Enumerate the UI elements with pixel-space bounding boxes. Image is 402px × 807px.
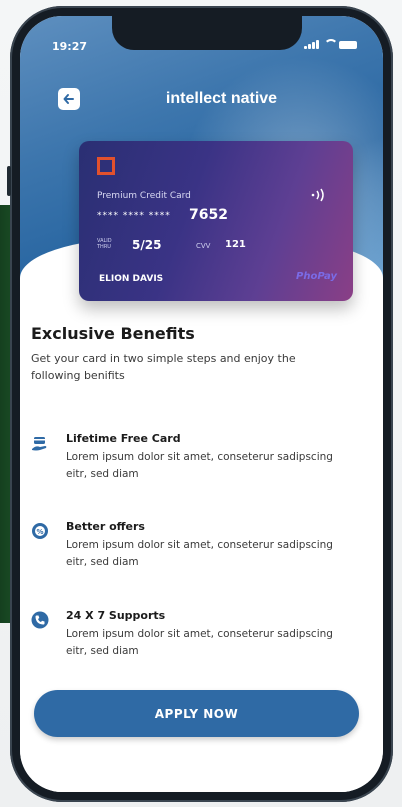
card-holder-name: ELION DAVIS (99, 274, 164, 284)
contactless-icon (311, 188, 324, 202)
phone-frame: 19:27 intellect native Premium Credit Ca… (7, 6, 393, 802)
benefit-title: Better offers (66, 520, 145, 533)
card-hand-icon (32, 437, 47, 451)
apply-now-button[interactable]: APPLY NOW (34, 690, 359, 737)
benefit-description: Lorem ipsum dolor sit amet, conseterur s… (66, 451, 333, 480)
wifi-icon (323, 39, 338, 49)
svg-text:%: % (36, 528, 43, 536)
offer-badge-icon: % (32, 523, 48, 539)
status-time: 19:27 (52, 40, 88, 53)
card-number-masked: **** **** **** (97, 211, 171, 221)
card-brand-logo: PhoPay (296, 271, 337, 282)
section-description: Get your card in two simple steps and en… (31, 352, 296, 382)
cvv-label: CVV (196, 242, 211, 250)
card-type: Premium Credit Card (97, 191, 191, 201)
benefit-description: Lorem ipsum dolor sit amet, conseterur s… (66, 539, 333, 568)
benefit-title: 24 X 7 Supports (66, 609, 166, 622)
card-number-last: 7652 (189, 207, 228, 223)
support-phone-icon (31, 611, 49, 629)
benefit-title: Lifetime Free Card (66, 432, 181, 445)
card-brand-primary: PhoPay (296, 271, 337, 282)
credit-card: Premium Credit Card **** **** **** 7652 … (79, 141, 353, 301)
section-title: Exclusive Benefits (31, 324, 195, 343)
battery-icon (339, 41, 357, 49)
phone-screen: 19:27 intellect native Premium Credit Ca… (20, 16, 383, 792)
page-title: intellect native (165, 90, 278, 107)
benefit-description: Lorem ipsum dolor sit amet, conseterur s… (66, 628, 333, 657)
card-logo-icon (97, 157, 115, 175)
valid-thru-label: VALID THRU (97, 238, 112, 250)
notch (112, 16, 302, 50)
cvv-value: 121 (225, 239, 246, 250)
valid-thru-value: 5/25 (132, 238, 162, 252)
signal-icon (304, 40, 319, 49)
volume-button (7, 166, 11, 196)
status-icons (304, 39, 357, 49)
